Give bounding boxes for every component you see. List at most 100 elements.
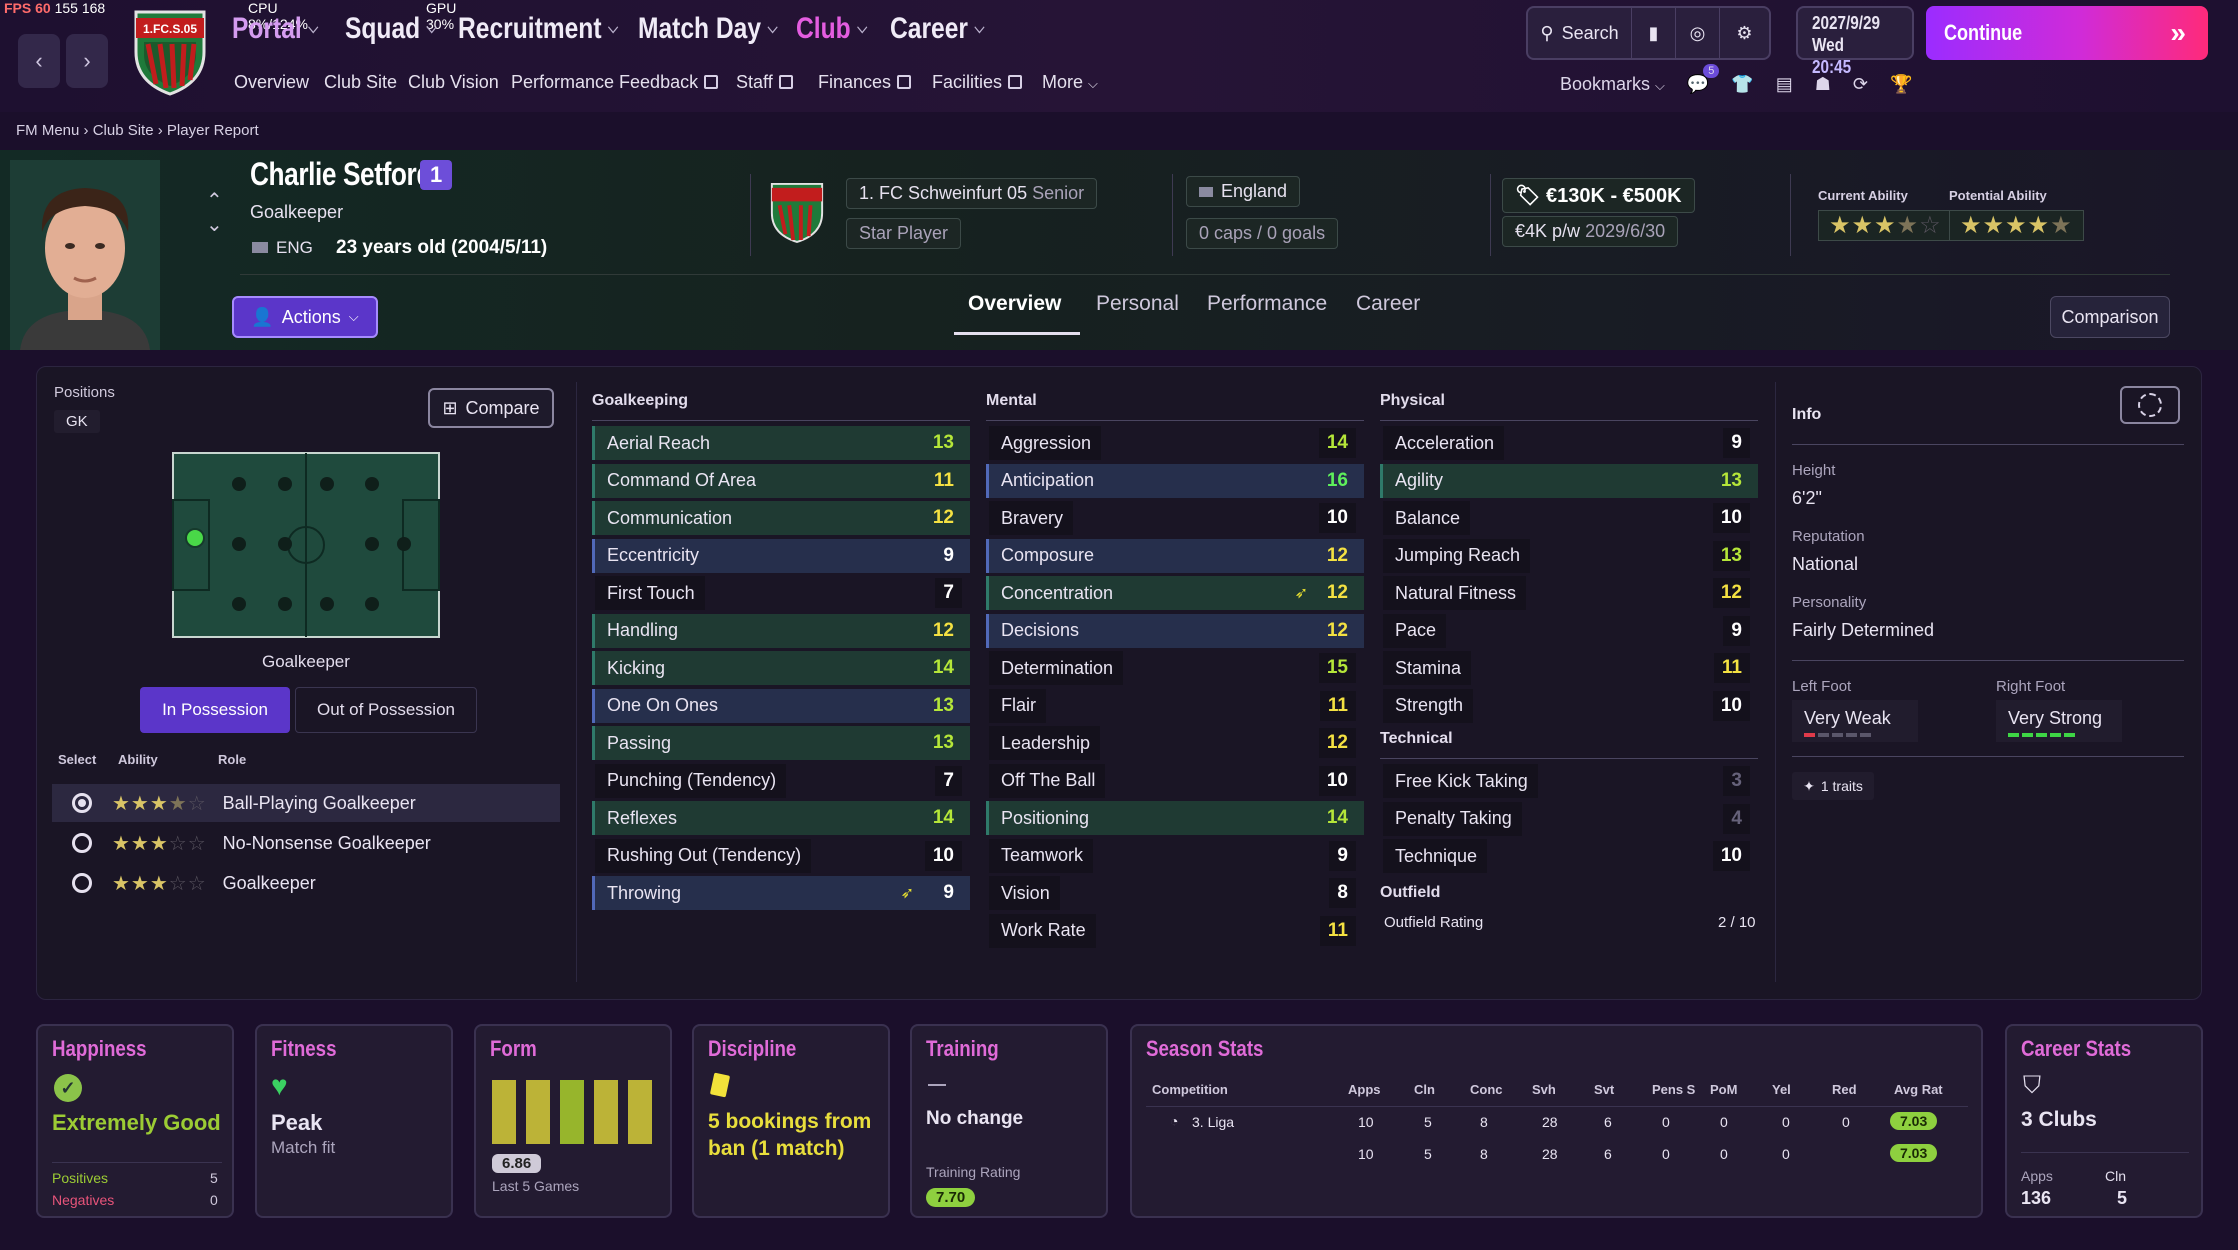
comparison-button[interactable]: Comparison: [2050, 296, 2170, 338]
role-radio[interactable]: [72, 833, 92, 853]
search-button[interactable]: ⚲ Search: [1528, 8, 1632, 58]
happiness-card[interactable]: Happiness ✓ Extremely Good Positives 5 N…: [36, 1024, 234, 1218]
attribute-row[interactable]: Free Kick Taking 3: [1380, 764, 1758, 798]
attribute-row[interactable]: Rushing Out (Tendency) 10: [592, 838, 970, 873]
attribute-row[interactable]: Anticipation 16: [986, 463, 1364, 498]
attribute-row[interactable]: Off The Ball 10: [986, 763, 1364, 798]
nav-recruitment[interactable]: Recruitment ⌵: [458, 12, 618, 46]
bookmarks-dropdown[interactable]: Bookmarks ⌵: [1560, 74, 1665, 95]
attribute-row[interactable]: Punching (Tendency) 7: [592, 763, 970, 798]
attribute-row[interactable]: Bravery 10: [986, 501, 1364, 535]
club-crest-small[interactable]: [768, 180, 826, 244]
in-possession-toggle[interactable]: In Possession: [140, 687, 290, 733]
attribute-row[interactable]: Passing 13: [592, 726, 970, 760]
attribute-row[interactable]: Reflexes 14: [592, 801, 970, 835]
subnav-staff[interactable]: Staff: [736, 72, 793, 93]
training-card[interactable]: Training No change Training Rating 7.70: [910, 1024, 1108, 1218]
attribute-row[interactable]: Natural Fitness 12: [1380, 576, 1758, 610]
notes-icon[interactable]: ▤: [1776, 74, 1793, 95]
nav-squad[interactable]: Squad ⌵: [345, 12, 437, 46]
nav-portal[interactable]: Portal ⌵: [232, 12, 318, 46]
career-stats-card[interactable]: Career Stats ⛉ 3 Clubs Apps 136 Cln 5: [2005, 1024, 2203, 1218]
season-stats-card[interactable]: Season Stats Competition Apps Cln Conc Svh Sv…: [1130, 1024, 1983, 1218]
subnav-overview[interactable]: Overview: [234, 72, 309, 93]
attribute-row[interactable]: Leadership 12: [986, 726, 1364, 760]
role-row[interactable]: ★★★★☆ Ball-Playing Goalkeeper: [52, 784, 560, 822]
out-of-possession-toggle[interactable]: Out of Possession: [295, 687, 477, 733]
attribute-row[interactable]: Stamina 11: [1380, 651, 1758, 685]
left-foot-value: Very Weak: [1804, 708, 1891, 728]
attribute-row[interactable]: Jumping Reach 13: [1380, 538, 1758, 573]
subnav-facilities[interactable]: Facilities: [932, 72, 1023, 93]
discipline-card[interactable]: Discipline 5 bookings from ban (1 match): [692, 1024, 890, 1218]
attribute-row[interactable]: Flair 11: [986, 688, 1364, 723]
nav-club[interactable]: Club ⌵: [796, 12, 867, 46]
nav-match-day[interactable]: Match Day ⌵: [638, 12, 778, 46]
tab-career[interactable]: Career: [1356, 292, 1420, 316]
club-name[interactable]: 1. FC Schweinfurt 05 Senior: [846, 178, 1098, 209]
previous-player-button[interactable]: ⌃: [206, 188, 223, 213]
attribute-row[interactable]: Determination 15: [986, 651, 1364, 685]
subnav-finances[interactable]: Finances: [818, 72, 912, 93]
tab-overview[interactable]: Overview: [968, 292, 1061, 316]
subnav-club-site[interactable]: Club Site: [324, 72, 397, 93]
messages-button[interactable]: 💬 5: [1687, 64, 1720, 95]
attribute-row[interactable]: Penalty Taking 4: [1380, 801, 1758, 836]
breadcrumb-fm-menu[interactable]: FM Menu: [16, 122, 79, 139]
subnav-more[interactable]: More ⌵: [1042, 72, 1098, 93]
attribute-row[interactable]: Teamwork 9: [986, 838, 1364, 873]
breadcrumb-club-site[interactable]: Club Site: [93, 122, 154, 139]
attribute-row[interactable]: Communication 12: [592, 501, 970, 535]
back-button[interactable]: ‹: [18, 34, 60, 88]
attribute-row[interactable]: Pace 9: [1380, 613, 1758, 648]
attribute-row[interactable]: Vision 8: [986, 876, 1364, 910]
bookmark-button[interactable]: ▮: [1632, 8, 1676, 58]
attribute-row[interactable]: Positioning 14: [986, 801, 1364, 835]
kit-icon[interactable]: 👕: [1731, 74, 1753, 95]
trophy-icon[interactable]: 🏆: [1890, 74, 1912, 95]
attribute-row[interactable]: Aerial Reach 13: [592, 426, 970, 460]
forward-button[interactable]: ›: [66, 34, 108, 88]
next-player-button[interactable]: ⌄: [206, 212, 223, 237]
nation-name[interactable]: England: [1186, 176, 1301, 207]
attribute-row[interactable]: Command Of Area 11: [592, 463, 970, 498]
attribute-row[interactable]: Balance 10: [1380, 501, 1758, 535]
staff-icon[interactable]: ☗: [1815, 74, 1831, 95]
attribute-row[interactable]: First Touch 7: [592, 576, 970, 610]
attribute-row[interactable]: Strength 10: [1380, 688, 1758, 723]
continue-button[interactable]: Continue »: [1926, 6, 2208, 60]
attribute-row[interactable]: Decisions 12: [986, 613, 1364, 648]
attribute-row[interactable]: Concentration ➶ 12: [986, 576, 1364, 610]
club-crest[interactable]: 1.FC.S.05: [130, 4, 210, 96]
compare-button[interactable]: ⊞ Compare: [428, 388, 554, 428]
attribute-row[interactable]: Eccentricity 9: [592, 538, 970, 573]
refresh-icon[interactable]: ⟳: [1853, 74, 1868, 95]
attribute-row[interactable]: Acceleration 9: [1380, 426, 1758, 460]
role-radio[interactable]: [72, 793, 92, 813]
attribute-row[interactable]: Composure 12: [986, 538, 1364, 573]
subnav-performance-feedback[interactable]: Performance Feedback: [511, 72, 719, 93]
attribute-row[interactable]: Handling 12: [592, 613, 970, 648]
form-card[interactable]: Form 6.86 Last 5 Games: [474, 1024, 672, 1218]
subnav-club-vision[interactable]: Club Vision: [408, 72, 499, 93]
role-radio[interactable]: [72, 873, 92, 893]
info-settings-button[interactable]: [2120, 386, 2180, 424]
game-date[interactable]: 2027/9/29 Wed 20:45: [1796, 6, 1914, 77]
attribute-row[interactable]: Aggression 14: [986, 426, 1364, 460]
attribute-row[interactable]: Kicking 14: [592, 651, 970, 685]
world-button[interactable]: ◎: [1676, 8, 1720, 58]
actions-button[interactable]: 👤 Actions ⌵: [232, 296, 378, 338]
attribute-row[interactable]: Agility 13: [1380, 463, 1758, 498]
attribute-row[interactable]: Work Rate 11: [986, 913, 1364, 948]
tab-performance[interactable]: Performance: [1207, 292, 1327, 316]
tab-personal[interactable]: Personal: [1096, 292, 1179, 316]
nav-career[interactable]: Career ⌵: [890, 12, 984, 46]
attribute-row[interactable]: Throwing ➶ 9: [592, 876, 970, 910]
role-row[interactable]: ★★★☆☆ No-Nonsense Goalkeeper: [52, 824, 560, 862]
fitness-card[interactable]: Fitness ♥ Peak Match fit: [255, 1024, 453, 1218]
settings-button[interactable]: ⚙: [1720, 8, 1769, 58]
role-row[interactable]: ★★★☆☆ Goalkeeper: [52, 864, 560, 902]
attribute-row[interactable]: One On Ones 13: [592, 688, 970, 723]
attribute-row[interactable]: Technique 10: [1380, 839, 1758, 873]
traits-button[interactable]: ✦ 1 traits: [1792, 772, 1874, 800]
